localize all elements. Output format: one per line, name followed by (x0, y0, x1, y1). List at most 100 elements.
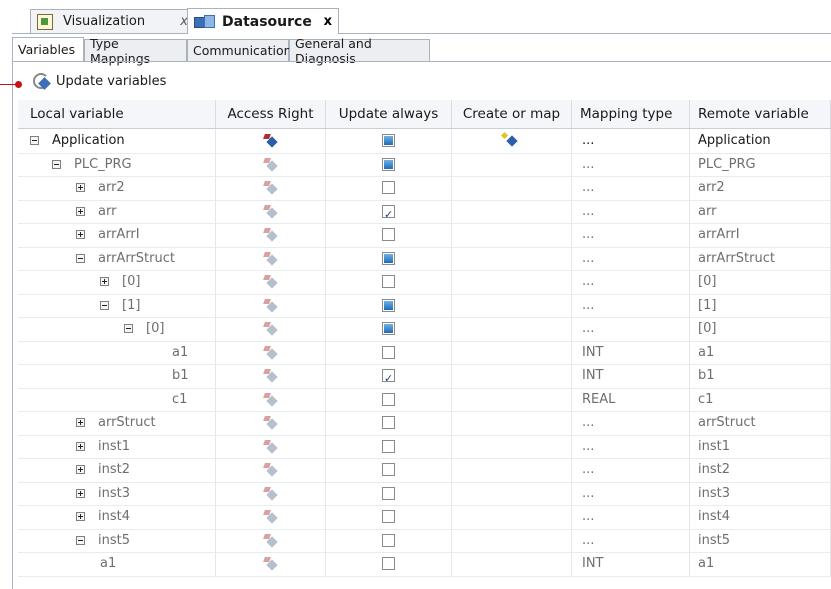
mapping-type-cell[interactable]: ... (572, 458, 690, 482)
tab-visualization[interactable]: Visualization x (30, 9, 195, 33)
create-or-map-cell[interactable] (452, 129, 572, 153)
update-always-checkbox[interactable] (382, 392, 395, 406)
access-right-cell[interactable] (216, 387, 326, 411)
update-always-checkbox[interactable] (382, 510, 395, 523)
mapping-type-cell[interactable]: INT (572, 364, 690, 388)
column-header-mapping-type[interactable]: Mapping type (572, 100, 690, 128)
access-right-cell[interactable] (216, 129, 326, 153)
access-right-cell[interactable] (216, 528, 326, 552)
collapse-icon[interactable] (124, 324, 133, 334)
tab-general-and-diagnosis[interactable]: General and Diagnosis (289, 36, 430, 66)
update-always-checkbox[interactable] (382, 157, 395, 171)
column-header-access-right[interactable]: Access Right (216, 100, 326, 128)
table-row[interactable]: arrArrI... arrArrI (18, 223, 831, 248)
create-or-map-cell[interactable] (452, 434, 572, 458)
access-right-cell[interactable] (216, 223, 326, 247)
expand-icon[interactable] (76, 230, 85, 240)
table-row[interactable]: [0]... [0] (18, 270, 831, 295)
update-always-checkbox[interactable] (382, 298, 395, 312)
expand-icon[interactable] (76, 206, 85, 216)
mapping-type-cell[interactable]: ... (572, 528, 690, 552)
access-right-cell[interactable] (216, 434, 326, 458)
update-always-checkbox[interactable] (382, 463, 395, 476)
update-always-checkbox[interactable] (382, 203, 395, 226)
access-right-cell[interactable] (216, 293, 326, 317)
update-always-checkbox[interactable] (382, 251, 395, 265)
mapping-type-cell[interactable]: ... (572, 152, 690, 176)
access-right-cell[interactable] (216, 552, 326, 576)
tab-communication[interactable]: Communication (187, 39, 292, 61)
access-right-cell[interactable] (216, 246, 326, 270)
mapping-type-cell[interactable]: INT (572, 340, 690, 364)
access-right-cell[interactable] (216, 152, 326, 176)
table-row[interactable]: [1]... [1] (18, 293, 831, 318)
mapping-type-cell[interactable]: ... (572, 411, 690, 435)
table-row[interactable]: arr...arr (18, 199, 831, 226)
close-icon[interactable]: x (324, 14, 332, 29)
access-right-cell[interactable] (216, 481, 326, 505)
access-right-cell[interactable] (216, 364, 326, 388)
table-row[interactable]: arr2... arr2 (18, 176, 831, 201)
create-or-map-cell[interactable] (452, 270, 572, 294)
table-row[interactable]: [0]... [0] (18, 317, 831, 342)
create-or-map-cell[interactable] (452, 199, 572, 223)
mapping-type-cell[interactable]: ... (572, 434, 690, 458)
expand-icon[interactable] (76, 488, 85, 498)
create-or-map-cell[interactable] (452, 505, 572, 529)
expand-icon[interactable] (76, 183, 85, 193)
table-row[interactable]: b1INTb1 (18, 364, 831, 391)
mapping-type-cell[interactable]: ... (572, 129, 690, 153)
access-right-cell[interactable] (216, 176, 326, 200)
mapping-type-cell[interactable]: ... (572, 317, 690, 341)
collapse-icon[interactable] (76, 535, 85, 545)
update-always-checkbox[interactable] (382, 345, 395, 359)
mapping-type-cell[interactable]: ... (572, 270, 690, 294)
mapping-type-cell[interactable]: ... (572, 176, 690, 200)
table-row[interactable]: arrArrStruct... arrArrStruct (18, 246, 831, 271)
update-always-checkbox[interactable] (382, 181, 395, 194)
create-or-map-cell[interactable] (452, 364, 572, 388)
table-row[interactable]: a1 INT a1 (18, 552, 831, 577)
mapping-type-cell[interactable]: ... (572, 505, 690, 529)
access-right-cell[interactable] (216, 270, 326, 294)
create-or-map-cell[interactable] (452, 152, 572, 176)
mapping-type-cell[interactable]: ... (572, 246, 690, 270)
expand-icon[interactable] (76, 441, 85, 451)
tab-type-mappings[interactable]: Type Mappings (84, 36, 187, 66)
update-always-checkbox[interactable] (382, 322, 395, 335)
create-or-map-cell[interactable] (452, 176, 572, 200)
create-or-map-cell[interactable] (452, 481, 572, 505)
mapping-type-cell[interactable]: REAL (572, 387, 690, 411)
access-right-cell[interactable] (216, 411, 326, 435)
create-or-map-cell[interactable] (452, 552, 572, 576)
update-always-checkbox[interactable] (382, 533, 395, 547)
table-row[interactable]: Application... Application (18, 129, 831, 154)
mapping-type-cell[interactable]: ... (572, 481, 690, 505)
update-always-checkbox[interactable] (382, 275, 395, 288)
access-right-cell[interactable] (216, 317, 326, 341)
access-right-cell[interactable] (216, 458, 326, 482)
mapping-type-cell[interactable]: ... (572, 223, 690, 247)
column-header-update-always[interactable]: Update always (326, 100, 452, 128)
column-header-create-or-map[interactable]: Create or map (452, 100, 572, 128)
access-right-cell[interactable] (216, 505, 326, 529)
tab-datasource[interactable]: Datasource x (187, 8, 339, 34)
update-always-checkbox[interactable] (382, 486, 395, 500)
mapping-type-cell[interactable]: ... (572, 293, 690, 317)
table-row[interactable]: inst4... inst4 (18, 505, 831, 530)
expand-icon[interactable] (100, 277, 109, 287)
expand-icon[interactable] (76, 465, 85, 475)
tab-variables[interactable]: Variables (12, 37, 84, 61)
update-always-checkbox[interactable] (382, 367, 395, 391)
update-variables-button[interactable]: Update variables (32, 70, 166, 92)
column-header-local-variable[interactable]: Local variable (18, 100, 216, 128)
table-row[interactable]: inst1... inst1 (18, 434, 831, 459)
collapse-icon[interactable] (52, 159, 61, 169)
mapping-type-cell[interactable]: INT (572, 552, 690, 576)
collapse-icon[interactable] (76, 253, 85, 263)
collapse-icon[interactable] (100, 300, 109, 310)
create-or-map-cell[interactable] (452, 340, 572, 364)
create-or-map-cell[interactable] (452, 223, 572, 247)
table-row[interactable]: arrStruct... arrStruct (18, 411, 831, 436)
expand-icon[interactable] (76, 512, 85, 522)
